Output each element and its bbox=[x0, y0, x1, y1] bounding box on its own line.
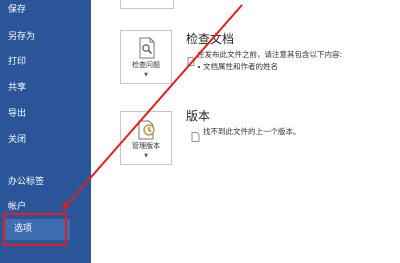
sidebar-item-save[interactable]: 保存 bbox=[8, 4, 26, 16]
sidebar-item-account[interactable]: 帐户 bbox=[8, 201, 26, 213]
versions-description: 找不到此文件的上一个版本。 bbox=[203, 127, 301, 136]
sidebar-item-share[interactable]: 共享 bbox=[8, 82, 26, 94]
inspect-document-icon bbox=[137, 37, 157, 59]
bullet-dot bbox=[198, 66, 200, 68]
dropdown-caret-icon: ▼ bbox=[144, 153, 148, 159]
previous-section-button-fragment bbox=[120, 0, 174, 9]
dropdown-caret-icon: ▼ bbox=[144, 72, 148, 78]
sidebar-item-options[interactable]: 选项 bbox=[3, 219, 70, 240]
version-info-icon bbox=[191, 127, 200, 146]
sidebar-item-office-tab[interactable]: 办公标签 bbox=[8, 176, 44, 188]
inspect-document-button-label: 检查问题 bbox=[132, 61, 160, 69]
backstage-sidebar: 保存 另存为 打印 共享 导出 关闭 办公标签 帐户 选项 bbox=[0, 0, 91, 263]
inspect-document-description: 在发布此文件之前，请注意其包含以下内容: bbox=[197, 50, 343, 59]
manage-versions-button[interactable]: 管理版本 ▼ bbox=[120, 111, 172, 165]
sidebar-item-print[interactable]: 打印 bbox=[8, 56, 26, 68]
document-info-icon bbox=[187, 51, 195, 70]
manage-versions-icon bbox=[137, 118, 157, 140]
sidebar-item-save-as[interactable]: 另存为 bbox=[8, 31, 35, 43]
versions-title: 版本 bbox=[186, 109, 211, 123]
inspect-document-title: 检查文档 bbox=[186, 32, 235, 46]
inspect-document-button[interactable]: 检查问题 ▼ bbox=[120, 30, 172, 84]
manage-versions-button-label: 管理版本 bbox=[132, 142, 160, 150]
sidebar-item-close[interactable]: 关闭 bbox=[8, 134, 26, 146]
sidebar-item-export[interactable]: 导出 bbox=[8, 108, 26, 120]
inspect-document-bullet: 文档属性和作者的姓名 bbox=[203, 62, 278, 71]
